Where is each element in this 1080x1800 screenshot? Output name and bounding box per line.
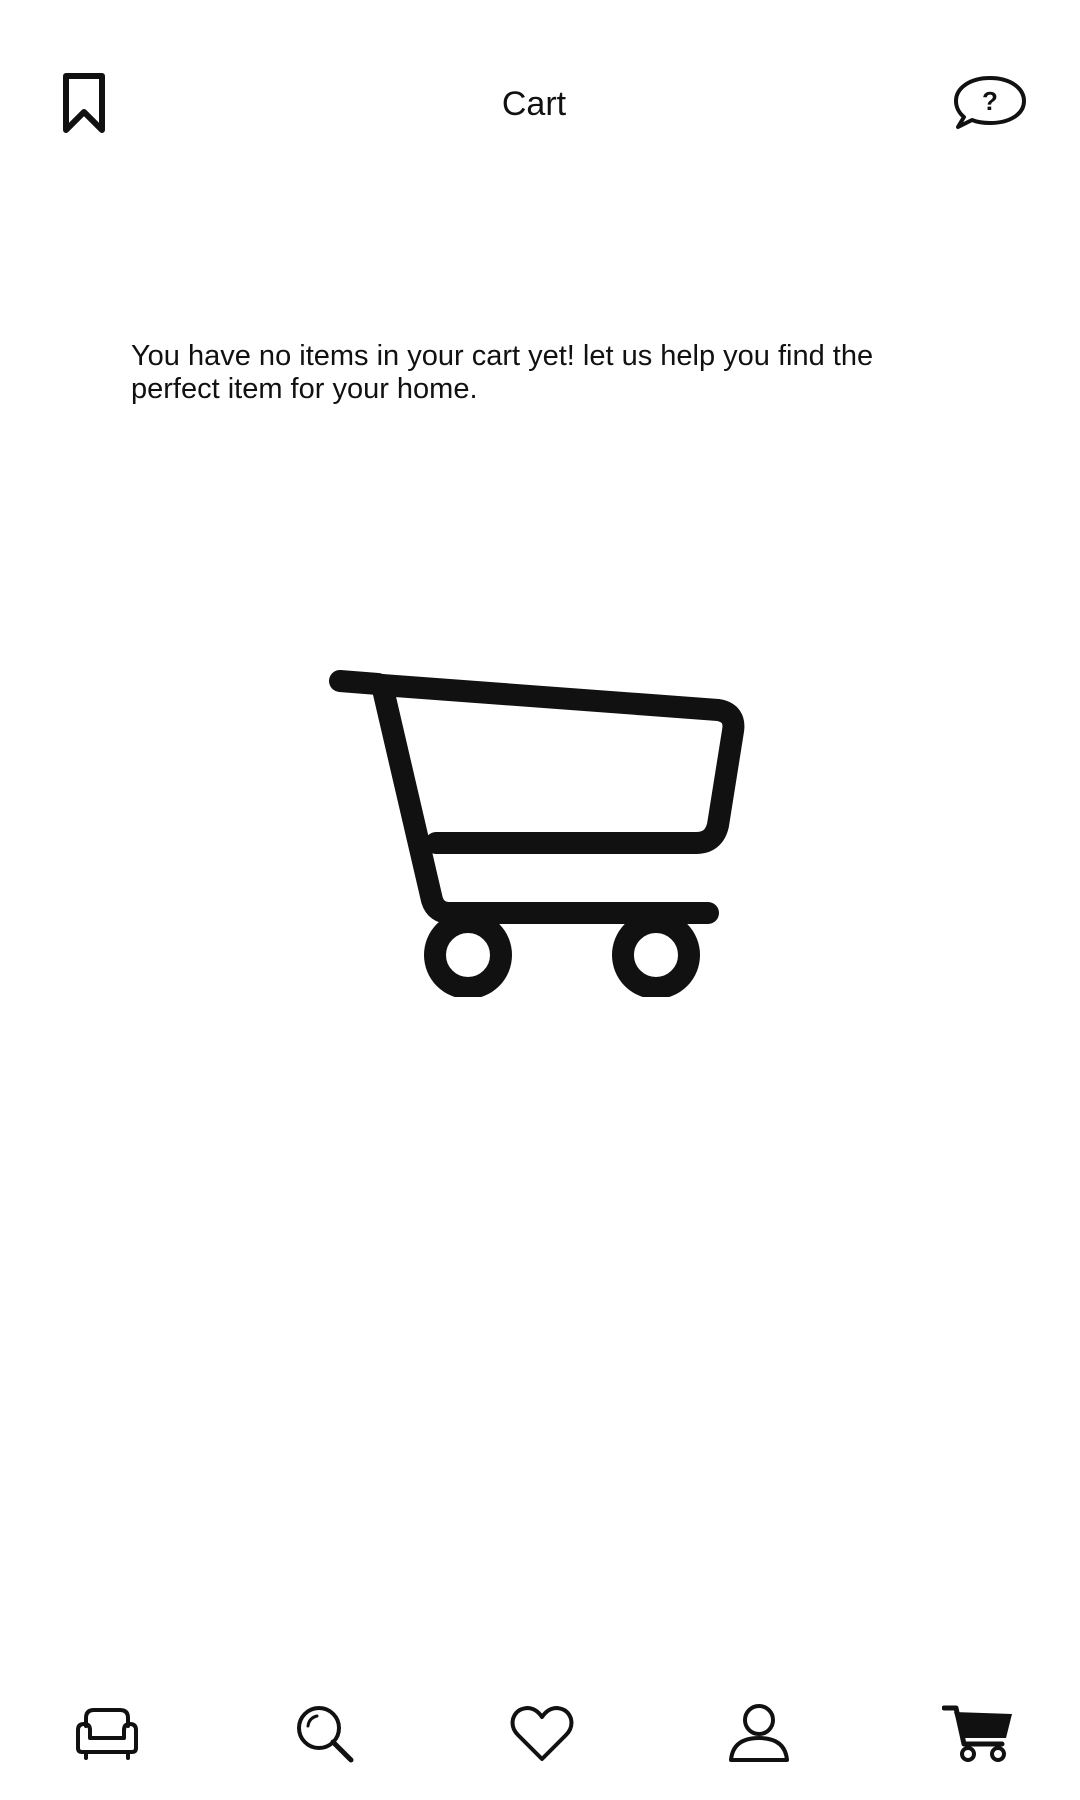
help-chat-icon: ? <box>954 76 1026 129</box>
nav-item-home[interactable] <box>67 1694 147 1774</box>
nav-item-profile[interactable] <box>719 1694 799 1774</box>
shopping-cart-icon <box>329 670 745 999</box>
bottom-navigation <box>0 1690 1080 1800</box>
app-header: Cart ? <box>0 0 1080 205</box>
svg-text:?: ? <box>982 86 998 116</box>
sofa-icon <box>76 1708 138 1760</box>
nav-item-cart[interactable] <box>938 1694 1018 1774</box>
empty-cart-message: You have no items in your cart yet! let … <box>131 340 874 405</box>
help-chat-button[interactable]: ? <box>950 72 1030 132</box>
page-title: Cart <box>501 85 567 123</box>
user-icon <box>729 1704 789 1762</box>
heart-icon <box>510 1706 574 1761</box>
nav-item-favorites[interactable] <box>502 1694 582 1774</box>
empty-cart-illustration <box>328 665 756 999</box>
nav-item-search[interactable] <box>285 1694 365 1774</box>
cart-icon <box>942 1705 1012 1762</box>
search-icon <box>297 1706 354 1763</box>
